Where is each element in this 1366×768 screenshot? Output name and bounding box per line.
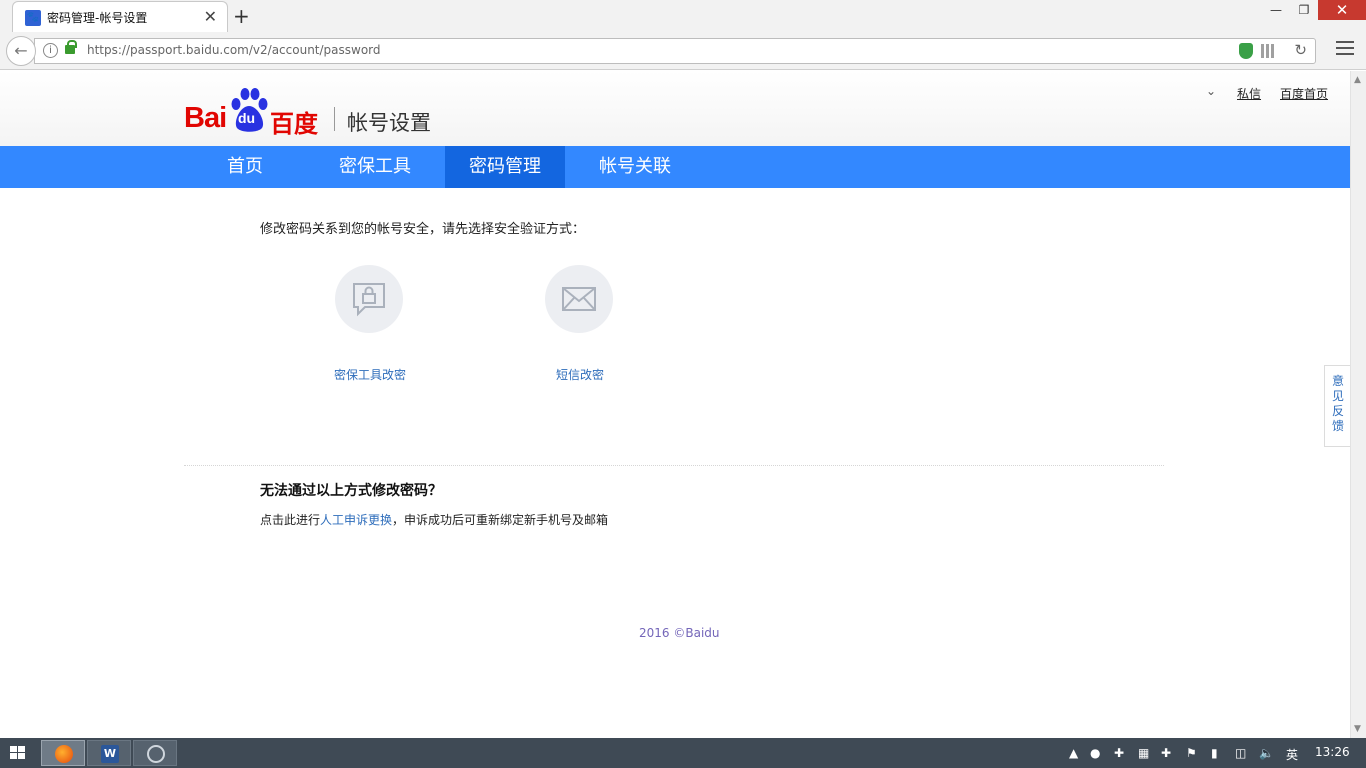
site-info-icon[interactable]: i <box>43 43 58 58</box>
tab-title: 密码管理-帐号设置 <box>47 11 148 25</box>
word-icon: W <box>101 745 119 763</box>
tab-password-management[interactable]: 密码管理 <box>445 146 565 188</box>
site-title: 帐号设置 <box>347 111 431 135</box>
flag-icon[interactable]: ⚑ <box>1186 746 1197 760</box>
qr-code-icon[interactable] <box>1261 44 1275 58</box>
feedback-button[interactable]: 意见反馈 <box>1324 365 1350 447</box>
new-tab-button[interactable]: + <box>233 4 250 28</box>
battery-icon[interactable]: ▮ <box>1211 746 1218 760</box>
tab-account-links[interactable]: 帐号关联 <box>575 146 695 188</box>
back-button[interactable]: ← <box>6 36 36 66</box>
manual-appeal-link[interactable]: 人工申诉更换 <box>320 513 392 527</box>
section-divider <box>184 465 1164 466</box>
logo-text-cn: 百度 <box>270 110 318 138</box>
main-nav: 首页 密保工具 密码管理 帐号关联 <box>0 146 1350 188</box>
browser-titlebar: 🐾 密码管理-帐号设置 ✕ + — ❐ ✕ <box>0 0 1366 32</box>
browser-navbar: i https://passport.baidu.com/v2/account/… <box>0 32 1366 70</box>
reload-icon[interactable]: ↻ <box>1294 41 1307 59</box>
security-tool-option-button[interactable] <box>335 265 403 333</box>
network-icon[interactable]: ◫ <box>1235 746 1246 760</box>
sms-option-link[interactable]: 短信改密 <box>556 366 604 383</box>
help-text: 点击此进行人工申诉更换，申诉成功后可重新绑定新手机号及邮箱 <box>260 511 608 528</box>
maximize-button[interactable]: ❐ <box>1290 0 1318 20</box>
verification-prompt: 修改密码关系到您的帐号安全，请先选择安全验证方式： <box>260 222 586 237</box>
firefox-taskbar-button[interactable] <box>41 740 85 766</box>
sms-option-button[interactable] <box>545 265 613 333</box>
volume-icon[interactable]: 🔈 <box>1259 746 1274 760</box>
app-icon <box>147 745 165 763</box>
close-window-button[interactable]: ✕ <box>1318 0 1366 20</box>
security-plus-icon[interactable]: ✚ <box>1161 746 1171 760</box>
page-scrollbar[interactable]: ▲ ▼ <box>1350 71 1366 738</box>
app-taskbar-button[interactable] <box>133 740 177 766</box>
help-title: 无法通过以上方式修改密码？ <box>260 483 442 499</box>
browser-tab[interactable]: 🐾 密码管理-帐号设置 ✕ <box>12 1 228 32</box>
url-text[interactable]: https://passport.baidu.com/v2/account/pa… <box>87 43 381 57</box>
security-tool-option-link[interactable]: 密保工具改密 <box>334 366 406 383</box>
logo-divider <box>334 107 335 131</box>
word-taskbar-button[interactable]: W <box>87 740 131 766</box>
firefox-icon <box>55 745 73 763</box>
windows-start-icon[interactable] <box>10 746 26 760</box>
scroll-down-icon[interactable]: ▼ <box>1354 724 1361 734</box>
tray-expand-icon[interactable]: ▲ <box>1069 746 1078 760</box>
logo-text-latin: Bai <box>184 102 227 134</box>
hamburger-menu-icon[interactable] <box>1336 41 1354 57</box>
close-tab-icon[interactable]: ✕ <box>204 7 217 26</box>
crosshair-icon[interactable]: ✚ <box>1114 746 1124 760</box>
help-text-prefix: 点击此进行 <box>260 513 321 527</box>
windows-grid-icon[interactable]: ▦ <box>1138 746 1149 760</box>
private-message-link[interactable]: 私信 <box>1237 85 1261 102</box>
baidu-home-link[interactable]: 百度首页 <box>1280 85 1328 102</box>
tab-home[interactable]: 首页 <box>185 146 305 188</box>
help-text-suffix: ，申诉成功后可重新绑定新手机号及邮箱 <box>392 513 609 527</box>
feedback-label: 意见反馈 <box>1331 374 1344 433</box>
lock-icon[interactable] <box>65 40 77 54</box>
footer-copyright: 2016 ©Baidu <box>639 626 720 640</box>
baidu-paw-icon: 🐾 <box>25 10 41 26</box>
envelope-icon <box>562 287 596 311</box>
scroll-up-icon[interactable]: ▲ <box>1354 75 1361 85</box>
lock-message-icon <box>353 283 385 317</box>
system-clock[interactable]: 13:26 <box>1315 745 1350 759</box>
logo-text-du: du <box>238 110 256 126</box>
ime-indicator[interactable]: 英 <box>1286 746 1298 763</box>
qq-icon[interactable]: ● <box>1090 746 1100 760</box>
minimize-button[interactable]: — <box>1262 0 1290 20</box>
shield-icon[interactable] <box>1239 43 1253 59</box>
tab-security-tools[interactable]: 密保工具 <box>315 146 435 188</box>
address-bar[interactable]: i https://passport.baidu.com/v2/account/… <box>34 38 1316 64</box>
chevron-down-icon[interactable]: ⌄ <box>1206 84 1216 98</box>
